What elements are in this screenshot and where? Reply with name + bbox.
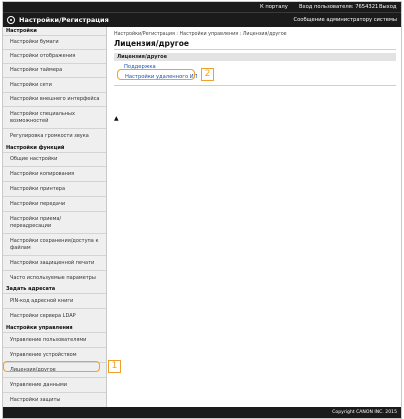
page-title: Лицензия/другое: [114, 39, 189, 48]
top-bar: К порталу Вход пользователя: 7654321 Вых…: [3, 2, 401, 12]
sidebar-item-send[interactable]: Настройки передачи: [3, 196, 106, 211]
section-divider: [114, 85, 396, 86]
sidebar-section-destination: Задать адресата: [6, 286, 56, 292]
sidebar-item-external-interface[interactable]: Настройки внешнего интерфейса: [3, 92, 106, 106]
page-top-icon[interactable]: ▲: [114, 115, 119, 122]
sidebar-item-user-management[interactable]: Управление пользователями: [3, 332, 106, 347]
sidebar-item-label: Настройки внешнего интерфейса: [10, 96, 100, 103]
sidebar-section-management: Настройки управления: [6, 325, 73, 331]
sidebar-item-address-pin[interactable]: PIN-код адресной книги: [3, 293, 106, 308]
footer: Copyright CANON INC. 2015: [3, 407, 401, 418]
sidebar-item-security[interactable]: Настройки защиты: [3, 392, 106, 407]
sidebar-item-label: Настройки сервера LDAP: [10, 313, 76, 320]
sidebar-item-paper[interactable]: Настройки бумаги: [3, 35, 106, 49]
sidebar-item-accessibility[interactable]: Настройки специальных возможностей: [3, 106, 106, 128]
sidebar-item-label: Настройки сети: [10, 81, 52, 88]
sidebar-item-label: PIN-код адресной книги: [10, 297, 74, 304]
sidebar-item-label: Часто используемые параметры: [10, 274, 96, 281]
sidebar-section-functions: Настройки функций: [6, 145, 65, 151]
highlight-license-item: [3, 361, 100, 372]
sidebar-item-device-management[interactable]: Управление устройством: [3, 347, 106, 362]
sidebar-item-label: Управление данными: [10, 381, 67, 388]
sidebar-item-label: Настройки бумаги: [10, 39, 59, 46]
sidebar-item-label: Управление устройством: [10, 351, 77, 358]
sidebar-item-common[interactable]: Общие настройки: [3, 152, 106, 166]
sidebar-item-secure-print[interactable]: Настройки защищенной печати: [3, 255, 106, 270]
sidebar-item-label: Настройки принтера: [10, 185, 66, 192]
admin-message-link[interactable]: Сообщение администратору системы: [293, 17, 397, 23]
sidebar-item-label: Настройки таймера: [10, 67, 63, 74]
breadcrumb: Настройки/Регистрация : Настройки управл…: [114, 32, 287, 37]
highlight-remote-ui-link: [117, 69, 195, 80]
title-divider: [114, 49, 396, 50]
sidebar-item-label: Настройки отображения: [10, 53, 76, 60]
sidebar-item-label: Настройки специальных возможностей: [10, 111, 75, 124]
sidebar-item-receive-forward[interactable]: Настройки приема/переадресации: [3, 211, 106, 233]
main-content: Настройки/Регистрация : Настройки управл…: [107, 27, 401, 407]
sidebar-item-label: Общие настройки: [10, 156, 58, 163]
sidebar-item-label: Настройки передачи: [10, 200, 66, 207]
settings-logo-icon: [7, 16, 15, 24]
copyright-text: Copyright CANON INC. 2015: [332, 410, 397, 415]
logout-link[interactable]: Выход: [379, 4, 397, 10]
sidebar-item-ldap[interactable]: Настройки сервера LDAP: [3, 308, 106, 324]
login-user-label: Вход пользователя: 7654321: [299, 3, 379, 10]
sidebar-item-data-management[interactable]: Управление данными: [3, 377, 106, 392]
sidebar-item-favorite-settings[interactable]: Часто используемые параметры: [3, 270, 106, 285]
sidebar-item-network[interactable]: Настройки сети: [3, 77, 106, 92]
sidebar-item-label: Настройки защищенной печати: [10, 259, 95, 266]
sidebar-item-timer[interactable]: Настройки таймера: [3, 63, 106, 77]
sidebar-item-label: Настройки защиты: [10, 396, 61, 403]
sidebar-item-volume[interactable]: Регулировка громкости звука: [3, 128, 106, 144]
sidebar-section-settings: Настройки: [6, 28, 37, 34]
sidebar-item-label: Настройки приема/переадресации: [10, 216, 62, 229]
browser-frame: К порталу Вход пользователя: 7654321 Вых…: [2, 1, 402, 419]
sidebar-item-printer[interactable]: Настройки принтера: [3, 181, 106, 196]
sidebar-item-label: Настройки сохранения/доступа к файлам: [10, 238, 99, 251]
sidebar: Настройки Настройки бумаги Настройки ото…: [3, 27, 107, 407]
section-header: Лицензия/другое: [114, 53, 396, 61]
portal-link[interactable]: К порталу: [260, 4, 288, 10]
header: Настройки/Регистрация Сообщение админист…: [3, 12, 401, 28]
sidebar-item-label: Настройки копирования: [10, 170, 75, 177]
sidebar-item-label: Управление пользователями: [10, 336, 87, 343]
callout-2: 2: [201, 68, 214, 81]
sidebar-item-copy[interactable]: Настройки копирования: [3, 166, 106, 181]
header-title: Настройки/Регистрация: [19, 16, 109, 24]
sidebar-item-label: Регулировка громкости звука: [10, 133, 89, 140]
callout-1: 1: [108, 360, 121, 373]
sidebar-item-display[interactable]: Настройки отображения: [3, 49, 106, 63]
sidebar-item-file-storage[interactable]: Настройки сохранения/доступа к файлам: [3, 233, 106, 255]
